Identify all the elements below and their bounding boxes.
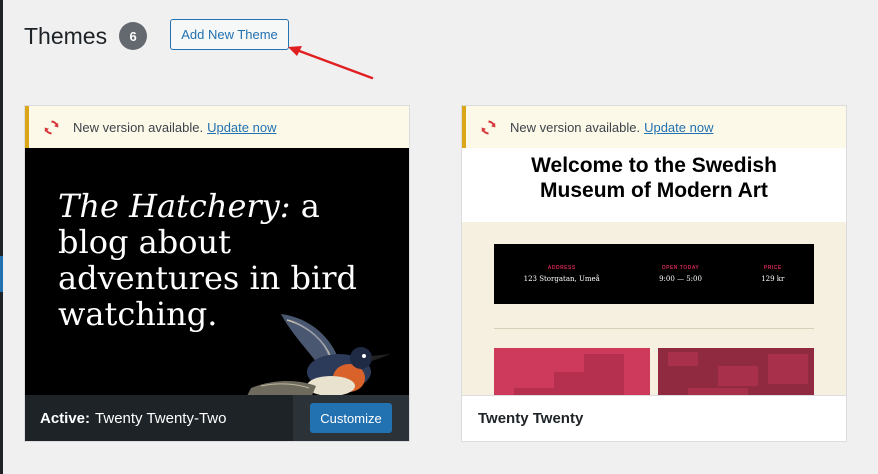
theme-card-footer: Twenty Twenty bbox=[462, 395, 846, 441]
notice-text: New version available. bbox=[73, 119, 204, 135]
info-value: 9:00 — 5:00 bbox=[659, 275, 702, 283]
screenshot-image-block-left bbox=[494, 348, 650, 395]
info-address: ADDRESS 123 Storgatan, Umeå bbox=[524, 265, 600, 283]
theme-screenshot[interactable]: The Hatchery: a blog about adventures in… bbox=[25, 148, 409, 395]
themes-header: Themes 6 bbox=[24, 19, 148, 53]
info-price: PRICE 129 kr bbox=[761, 265, 784, 283]
update-icon bbox=[43, 119, 60, 136]
admin-sidebar-indicator bbox=[0, 256, 3, 292]
info-label: ADDRESS bbox=[547, 265, 576, 271]
info-label: OPEN TODAY bbox=[661, 265, 700, 271]
screenshot-image-block-right bbox=[658, 348, 814, 395]
page-title: Themes bbox=[24, 22, 108, 49]
theme-name: Twenty Twenty-Two bbox=[95, 409, 227, 427]
theme-card-twenty-twenty-two[interactable]: New version available. Update now The Ha… bbox=[24, 105, 410, 442]
theme-actions: Customize bbox=[293, 395, 409, 441]
theme-name: Twenty Twenty bbox=[478, 410, 584, 427]
notice-text: New version available. bbox=[510, 119, 641, 135]
update-notice: New version available. Update now bbox=[462, 106, 846, 148]
screenshot-heading-line1: Welcome to the Swedish bbox=[531, 154, 777, 177]
update-notice: New version available. Update now bbox=[25, 106, 409, 148]
active-prefix: Active: bbox=[40, 409, 91, 427]
update-now-link[interactable]: Update now bbox=[644, 120, 713, 135]
active-theme-label: Active: Twenty Twenty-Two bbox=[25, 395, 293, 441]
arrow-annotation-icon bbox=[288, 46, 374, 80]
theme-card-twenty-twenty[interactable]: New version available. Update now Welcom… bbox=[461, 105, 847, 442]
update-icon bbox=[480, 119, 497, 136]
info-open-today: OPEN TODAY 9:00 — 5:00 bbox=[659, 265, 702, 283]
info-value: 129 kr bbox=[761, 275, 785, 283]
info-label: PRICE bbox=[763, 265, 782, 271]
screenshot-headline-italic: The Hatchery: bbox=[58, 187, 291, 225]
theme-count-badge: 6 bbox=[119, 22, 148, 50]
add-new-theme-button[interactable]: Add New Theme bbox=[170, 19, 289, 50]
update-now-link[interactable]: Update now bbox=[207, 120, 276, 135]
info-value: 123 Storgatan, Umeå bbox=[523, 275, 600, 283]
theme-screenshot[interactable]: Welcome to the Swedish Museum of Modern … bbox=[462, 148, 846, 395]
screenshot-heading: Welcome to the Swedish Museum of Modern … bbox=[462, 148, 846, 222]
bird-illustration bbox=[247, 314, 391, 395]
customize-button[interactable]: Customize bbox=[310, 403, 392, 433]
screenshot-heading-line2: Museum of Modern Art bbox=[540, 179, 768, 202]
screenshot-info-bar: ADDRESS 123 Storgatan, Umeå OPEN TODAY 9… bbox=[494, 244, 814, 304]
theme-card-footer: Active: Twenty Twenty-Two Customize bbox=[25, 395, 409, 441]
screenshot-divider bbox=[494, 328, 814, 329]
admin-sidebar-edge bbox=[0, 0, 3, 474]
